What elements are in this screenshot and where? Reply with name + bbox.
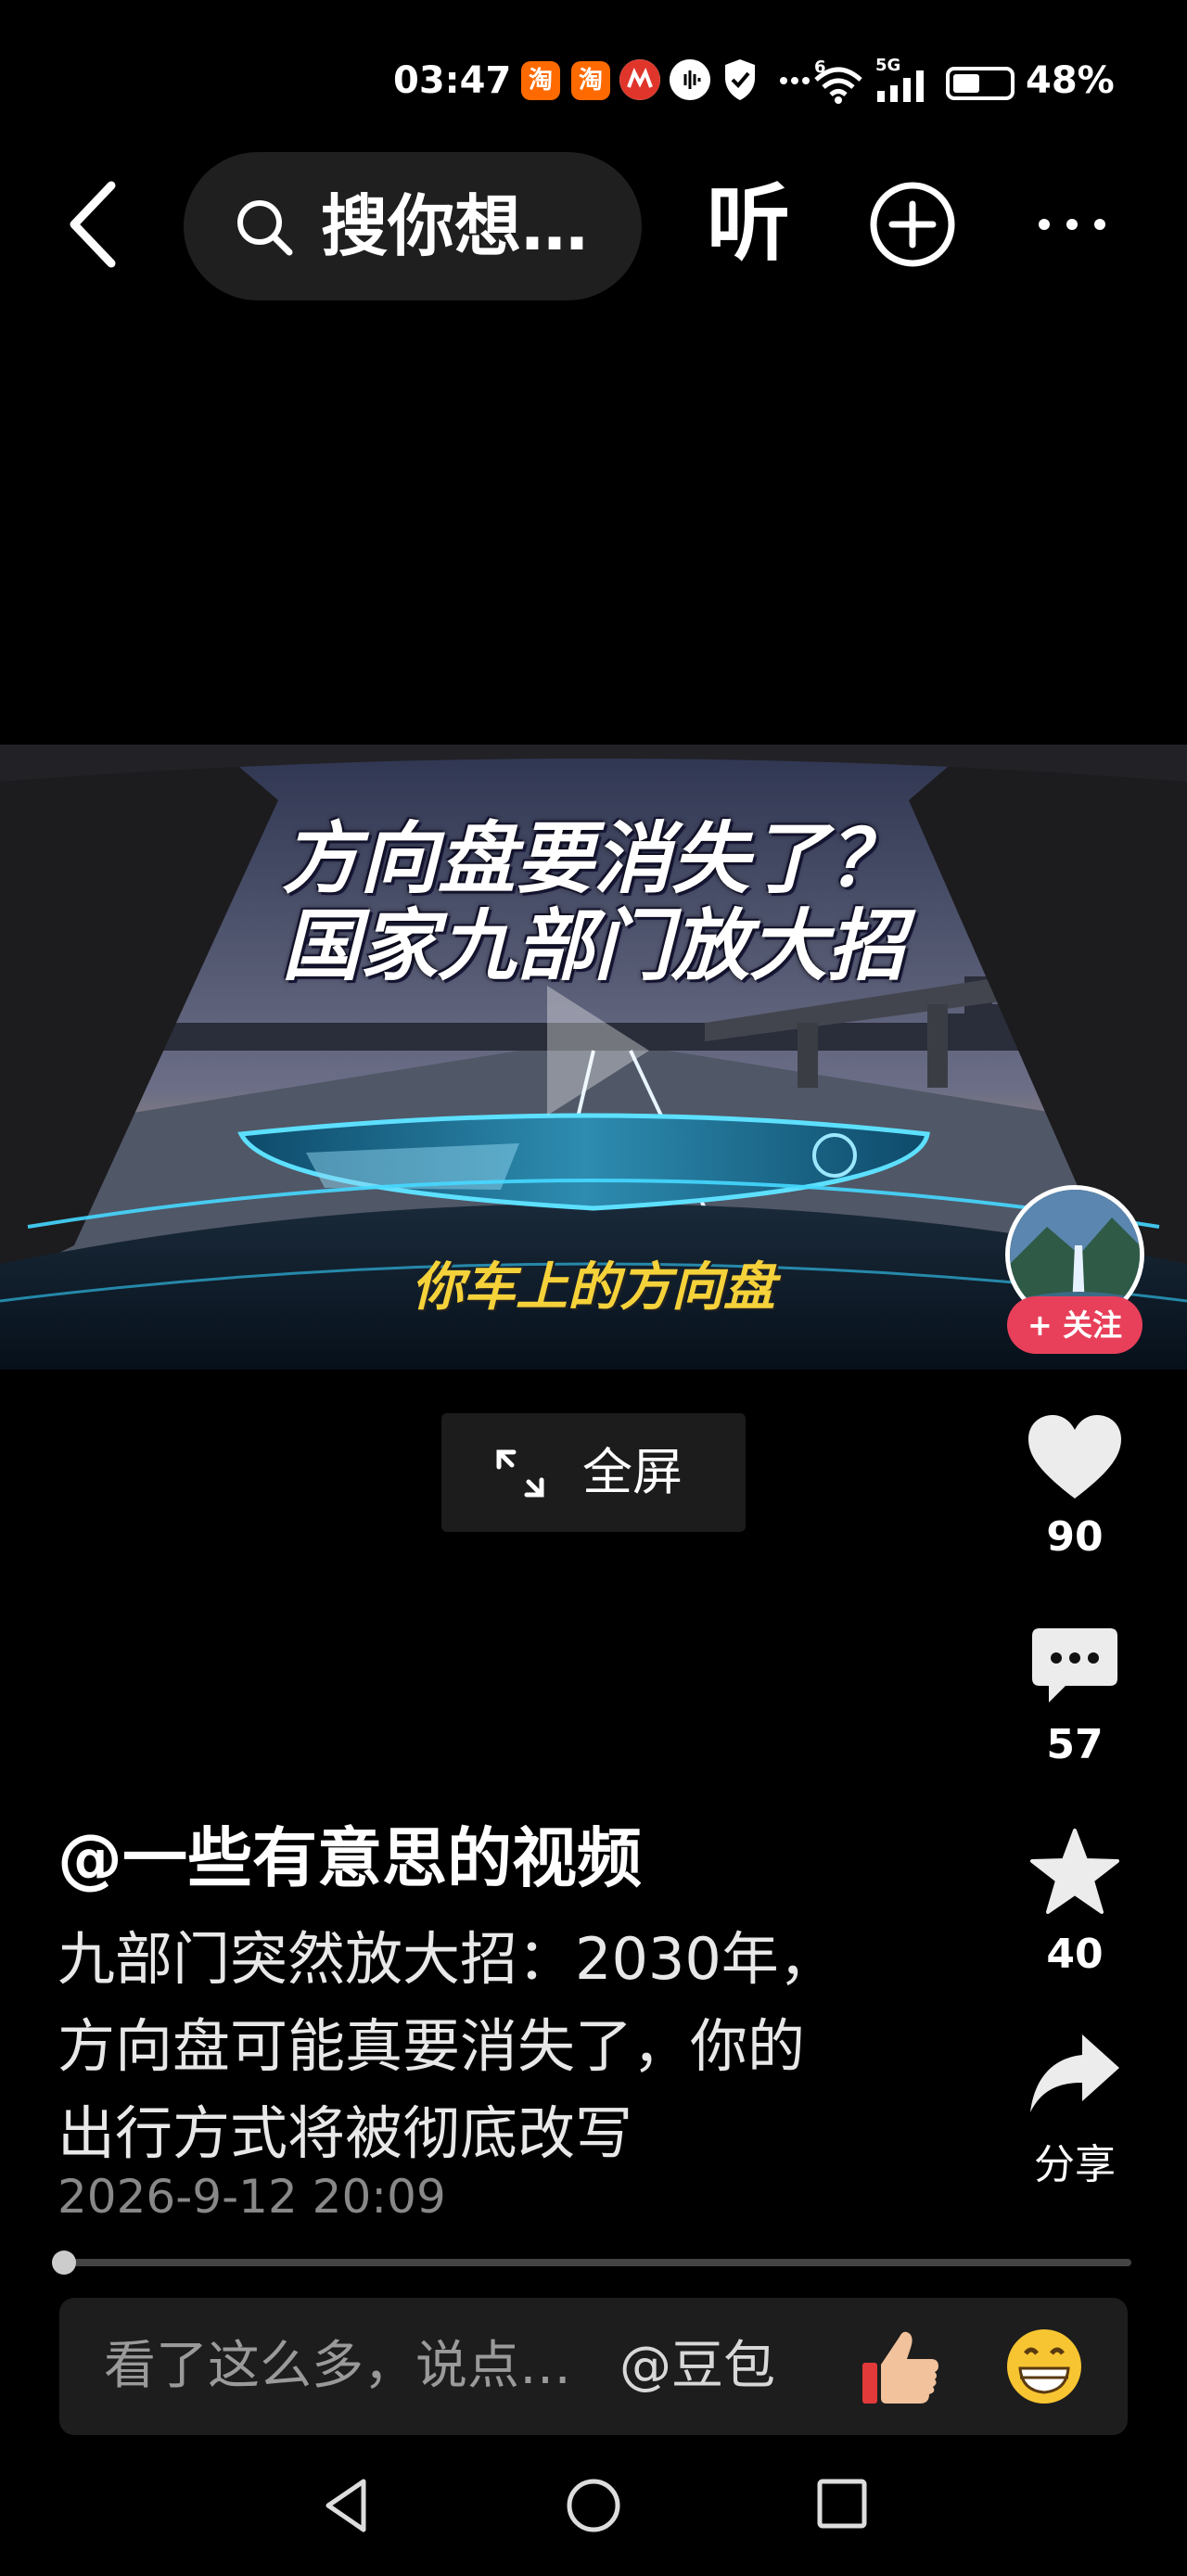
post-timestamp: 2026-9-12 20:09 [57, 2170, 446, 2224]
more-notifications-icon [780, 77, 810, 84]
listen-button[interactable]: 听 [707, 167, 790, 282]
like-button[interactable]: 90 [1018, 1413, 1131, 1561]
comment-input[interactable]: 看了这么多，说点… @豆包 [59, 2298, 1128, 2435]
taobao-app-icon: 淘 [521, 61, 560, 100]
favorite-count: 40 [1046, 1931, 1104, 1978]
follow-button[interactable]: + 关注 [1007, 1296, 1142, 1354]
top-nav: 搜你想… 听 [0, 148, 1187, 300]
back-button[interactable] [57, 178, 141, 271]
like-count: 90 [1046, 1513, 1104, 1561]
description-line: 出行方式将被彻底改写 [57, 2099, 633, 2167]
thumbs-up-icon[interactable] [859, 2326, 942, 2407]
search-icon [237, 200, 293, 256]
share-label: 分享 [1034, 2141, 1116, 2188]
progress-handle[interactable] [52, 2251, 76, 2275]
search-text: 搜你想… [321, 187, 589, 265]
status-bar: 03:47 淘 淘 6 5G 48% [0, 48, 1187, 113]
system-navigation-bar [0, 2467, 1187, 2559]
video-progress-bar[interactable] [52, 2251, 1131, 2275]
bank-app-icon [619, 59, 660, 100]
status-time: 03:47 [393, 59, 512, 102]
nav-back-icon[interactable] [321, 2476, 373, 2535]
fullscreen-button[interactable]: 全屏 [441, 1413, 746, 1532]
wifi-icon [814, 67, 862, 104]
add-button[interactable] [868, 180, 957, 269]
mention-doubao[interactable]: @豆包 [619, 2298, 775, 2435]
nav-home-icon[interactable] [564, 2476, 623, 2535]
signal-icon [877, 70, 924, 102]
description-line: 九部门突然放大招：2030年， [57, 1925, 836, 1993]
favorite-button[interactable]: 40 [1018, 1827, 1131, 1978]
voice-app-icon [670, 59, 710, 100]
share-icon [1030, 2034, 1119, 2112]
comment-icon [1032, 1628, 1117, 1702]
post-description[interactable]: 九部门突然放大招：2030年， 方向盘可能真要消失了，你的 出行方式将被彻底改写 [57, 1916, 929, 2177]
share-button[interactable]: 分享 [1018, 2031, 1131, 2190]
video-title-line-2: 国家九部门放大招 [281, 900, 905, 991]
play-icon[interactable] [538, 976, 658, 1125]
fullscreen-label: 全屏 [582, 1443, 683, 1501]
author-name[interactable]: @一些有意思的视频 [57, 1806, 642, 1900]
search-bar[interactable]: 搜你想… [184, 152, 642, 300]
comment-count: 57 [1046, 1721, 1104, 1768]
nav-recents-icon[interactable] [814, 2476, 870, 2531]
heart-icon [1028, 1415, 1121, 1498]
description-line: 方向盘可能真要消失了，你的 [57, 2012, 806, 2080]
battery-icon [946, 67, 1015, 100]
more-options-button[interactable] [1027, 180, 1117, 269]
expand-icon [496, 1449, 544, 1498]
shield-icon [725, 59, 755, 100]
grin-emoji-icon[interactable] [1003, 2326, 1085, 2407]
comment-button[interactable]: 57 [1018, 1625, 1131, 1768]
comment-placeholder: 看了这么多，说点… [104, 2336, 571, 2396]
taobao-app-icon-2: 淘 [571, 61, 610, 100]
star-icon [1030, 1829, 1119, 1914]
battery-percent: 48% [1026, 59, 1115, 102]
